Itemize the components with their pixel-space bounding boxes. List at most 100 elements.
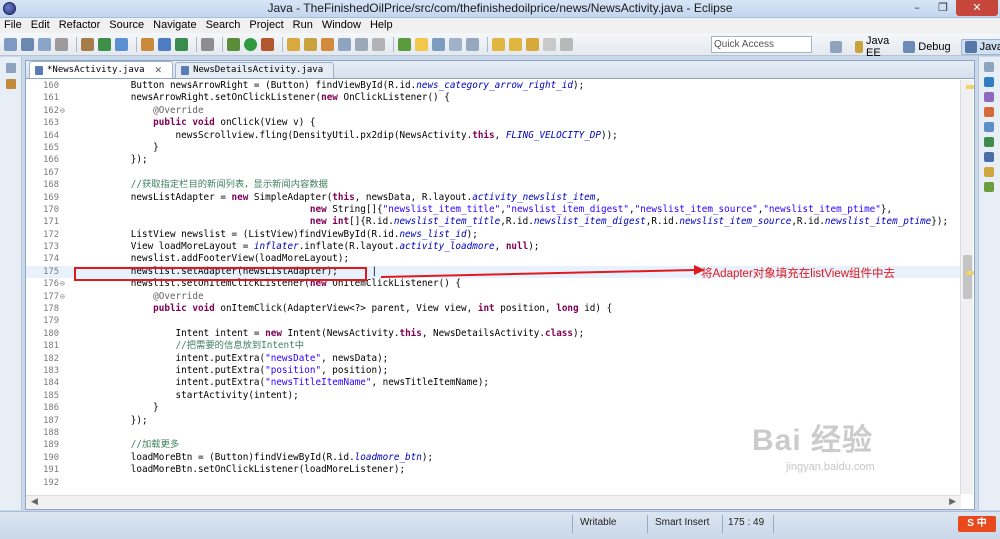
scrollbar-thumb[interactable] xyxy=(963,255,972,299)
gutter[interactable] xyxy=(26,105,36,117)
menu-run[interactable]: Run xyxy=(293,18,313,33)
gutter[interactable] xyxy=(26,167,36,179)
refresh-icon[interactable] xyxy=(175,37,188,51)
code-text[interactable]: //获取指定栏目的新闻列表，显示新闻内容数据 xyxy=(86,179,328,191)
tab-news-details-activity[interactable]: NewsDetailsActivity.java xyxy=(175,62,335,78)
gutter[interactable] xyxy=(26,439,36,451)
task-list-icon[interactable] xyxy=(984,92,994,102)
gutter[interactable] xyxy=(26,402,36,414)
quick-access-input[interactable]: Quick Access xyxy=(711,36,812,53)
vertical-scrollbar[interactable] xyxy=(960,80,973,494)
code-text[interactable]: public void onClick(View v) { xyxy=(86,117,315,129)
fold-toggle-icon[interactable]: ⊖ xyxy=(60,291,68,303)
gutter[interactable] xyxy=(26,142,36,154)
code-line[interactable]: 171 new int[]{R.id.newslist_item_title,R… xyxy=(26,216,961,228)
code-line[interactable]: 181 //把需要的信息放到Intent中 xyxy=(26,340,961,352)
javadoc-icon[interactable] xyxy=(984,122,994,132)
gutter[interactable] xyxy=(26,415,36,427)
perspective-java-ee[interactable]: Java EE xyxy=(855,35,893,59)
fold-toggle-icon[interactable]: ⊖ xyxy=(60,278,68,290)
new-class-icon[interactable] xyxy=(321,37,334,51)
menu-file[interactable]: File xyxy=(4,18,22,33)
gutter[interactable] xyxy=(26,154,36,166)
menu-source[interactable]: Source xyxy=(109,18,144,33)
maximize-button[interactable]: ❐ xyxy=(930,0,956,16)
gutter[interactable] xyxy=(26,216,36,228)
code-line[interactable]: 167 xyxy=(26,167,961,179)
server-icon[interactable] xyxy=(141,37,154,51)
avd-manager-icon[interactable] xyxy=(98,37,111,51)
gutter[interactable] xyxy=(26,92,36,104)
perspective-debug[interactable]: Debug xyxy=(903,41,951,53)
code-text[interactable]: newsListAdapter = new SimpleAdapter(this… xyxy=(86,192,601,204)
gutter[interactable] xyxy=(26,353,36,365)
menu-navigate[interactable]: Navigate xyxy=(153,18,196,33)
code-line[interactable]: 179 xyxy=(26,315,961,327)
code-text[interactable]: Intent intent = new Intent(NewsActivity.… xyxy=(86,328,585,340)
print-icon[interactable] xyxy=(55,37,68,51)
restore-view-icon[interactable] xyxy=(984,62,994,72)
menu-refactor[interactable]: Refactor xyxy=(59,18,101,33)
code-line[interactable]: 192 xyxy=(26,477,961,489)
code-text[interactable]: //加载更多 xyxy=(86,439,179,451)
code-text[interactable]: }); xyxy=(86,415,148,427)
code-text[interactable]: new String[]{"newslist_item_title","news… xyxy=(86,204,892,216)
code-line[interactable]: 161 newsArrowRight.setOnClickListener(ne… xyxy=(26,92,961,104)
menu-help[interactable]: Help xyxy=(370,18,393,33)
menu-search[interactable]: Search xyxy=(206,18,241,33)
code-line[interactable]: 166 }); xyxy=(26,154,961,166)
close-tab-icon[interactable]: ✕ xyxy=(155,63,163,78)
save-icon[interactable] xyxy=(21,37,34,51)
open-folder-icon[interactable] xyxy=(287,37,300,51)
gutter[interactable] xyxy=(26,328,36,340)
code-text[interactable]: View loadMoreLayout = inflater.inflate(R… xyxy=(86,241,540,253)
code-text[interactable]: newsScrollview.fling(DensityUtil.px2dip(… xyxy=(86,130,618,142)
scroll-left-icon[interactable]: ◀ xyxy=(31,497,38,507)
ime-tray-badge[interactable]: S 中 xyxy=(958,516,996,532)
gutter[interactable] xyxy=(26,204,36,216)
open-type-icon[interactable] xyxy=(158,37,171,51)
code-text[interactable]: } xyxy=(86,142,159,154)
scroll-right-icon[interactable]: ▶ xyxy=(949,497,956,507)
menu-project[interactable]: Project xyxy=(249,18,283,33)
gutter[interactable] xyxy=(26,452,36,464)
declaration-icon[interactable] xyxy=(984,137,994,147)
code-line[interactable]: 170 new String[]{"newslist_item_title","… xyxy=(26,204,961,216)
lint-icon[interactable] xyxy=(115,37,128,51)
code-text[interactable]: intent.putExtra("position", position); xyxy=(86,365,389,377)
console-icon[interactable] xyxy=(984,152,994,162)
gutter[interactable] xyxy=(26,464,36,476)
problems-icon[interactable] xyxy=(984,107,994,117)
gutter[interactable] xyxy=(26,130,36,142)
tab-news-activity[interactable]: *NewsActivity.java ✕ xyxy=(29,61,174,78)
code-text[interactable]: intent.putExtra("newsTitleItemName", new… xyxy=(86,377,489,389)
code-line[interactable]: 177 ⊖ @Override xyxy=(26,291,961,303)
new-package-icon[interactable] xyxy=(304,37,317,51)
gutter[interactable] xyxy=(26,253,36,265)
gutter[interactable] xyxy=(26,477,36,489)
overview-marker[interactable] xyxy=(966,271,974,275)
code-line[interactable]: 164 newsScrollview.fling(DensityUtil.px2… xyxy=(26,130,961,142)
code-text[interactable]: new int[]{R.id.newslist_item_title,R.id.… xyxy=(86,216,948,228)
code-text[interactable]: Button newsArrowRight = (Button) findVie… xyxy=(86,80,584,92)
code-line[interactable]: 163 public void onClick(View v) { xyxy=(26,117,961,129)
gutter[interactable] xyxy=(26,278,36,290)
logcat-icon[interactable] xyxy=(984,167,994,177)
code-text[interactable]: } xyxy=(86,402,159,414)
code-line[interactable]: 185 startActivity(intent); xyxy=(26,390,961,402)
code-text[interactable]: public void onItemClick(AdapterView<?> p… xyxy=(86,303,612,315)
minimize-button[interactable]: – xyxy=(904,0,930,16)
gutter[interactable] xyxy=(26,427,36,439)
gutter[interactable] xyxy=(26,117,36,129)
code-line[interactable]: 178 public void onItemClick(AdapterView<… xyxy=(26,303,961,315)
gutter[interactable] xyxy=(26,241,36,253)
gutter[interactable] xyxy=(26,291,36,303)
gutter[interactable] xyxy=(26,192,36,204)
close-button[interactable]: ✕ xyxy=(956,0,998,16)
overview-marker[interactable] xyxy=(966,85,974,89)
perspective-java[interactable]: Java xyxy=(960,39,1000,55)
toggle-mark-icon[interactable] xyxy=(398,37,411,51)
pilcrow-icon[interactable] xyxy=(466,37,479,51)
search-icon[interactable] xyxy=(338,37,351,51)
outline-icon[interactable] xyxy=(984,77,994,87)
